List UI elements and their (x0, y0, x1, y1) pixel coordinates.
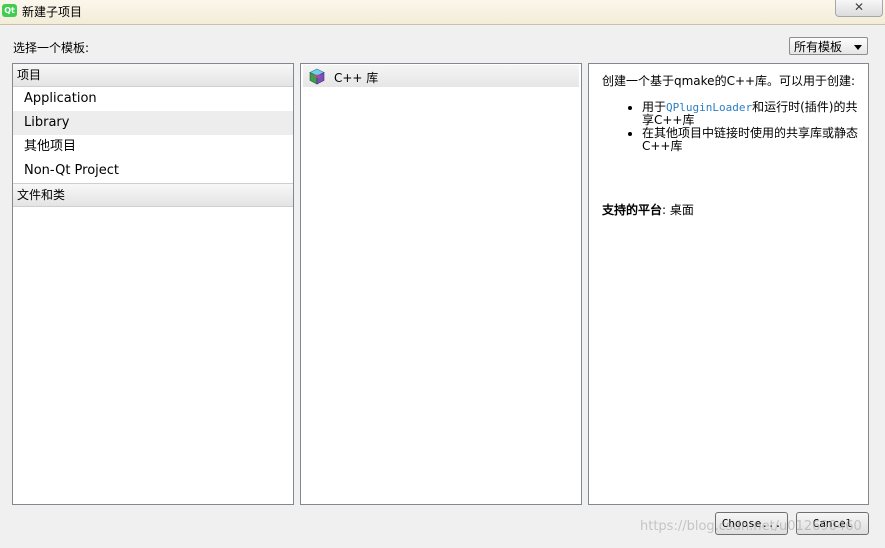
category-item-other-projects[interactable]: 其他项目 (13, 135, 293, 159)
template-filter-value: 所有模板 (794, 40, 843, 54)
window-title: 新建子项目 (22, 5, 83, 19)
template-description: 创建一个基于qmake的C++库。可以用于创建: 用于QPluginLoader… (602, 75, 864, 153)
description-intro: 创建一个基于qmake的C++库。可以用于创建: (602, 74, 856, 88)
dropdown-arrow-icon (854, 45, 862, 50)
template-list[interactable]: C++ 库 (300, 63, 582, 505)
template-item-label: C++ 库 (334, 71, 379, 85)
qt-app-icon: Qt (2, 4, 17, 17)
bullet-text: 在其他项目中链接时使用的共享库或静态C++库 (642, 126, 859, 153)
description-bullet: 在其他项目中链接时使用的共享库或静态C++库 (642, 127, 864, 153)
category-list[interactable]: 项目 Application Library 其他项目 Non-Qt Proje… (12, 63, 294, 505)
watermark: https://blog.csdn.net/u012690460 (640, 519, 862, 534)
category-item-non-qt-project[interactable]: Non-Qt Project (13, 159, 293, 183)
title-bar: Qt 新建子项目 ✕ (0, 0, 885, 25)
supported-platforms: 支持的平台: 桌面 (602, 201, 694, 218)
description-pane: 创建一个基于qmake的C++库。可以用于创建: 用于QPluginLoader… (588, 63, 869, 505)
description-bullet: 用于QPluginLoader和运行时(插件)的共享C++库 (642, 101, 864, 127)
close-icon: ✕ (853, 0, 865, 14)
close-button[interactable]: ✕ (835, 0, 883, 17)
platform-label: 支持的平台 (602, 203, 663, 217)
cube-icon (308, 68, 326, 88)
category-item-library[interactable]: Library (13, 111, 293, 135)
choose-template-label: 选择一个模板: (13, 41, 90, 55)
template-item-cpp-library[interactable]: C++ 库 (303, 65, 579, 87)
category-group-files-and-classes[interactable]: 文件和类 (13, 183, 293, 207)
template-filter-select[interactable]: 所有模板 (789, 37, 868, 55)
platform-separator: : (662, 203, 670, 217)
category-group-projects[interactable]: 项目 (13, 64, 293, 87)
bullet-text-pre: 用于 (642, 100, 667, 114)
platform-value: 桌面 (669, 203, 694, 217)
description-bullet-list: 用于QPluginLoader和运行时(插件)的共享C++库 在其他项目中链接时… (602, 101, 864, 153)
category-item-application[interactable]: Application (13, 87, 293, 111)
